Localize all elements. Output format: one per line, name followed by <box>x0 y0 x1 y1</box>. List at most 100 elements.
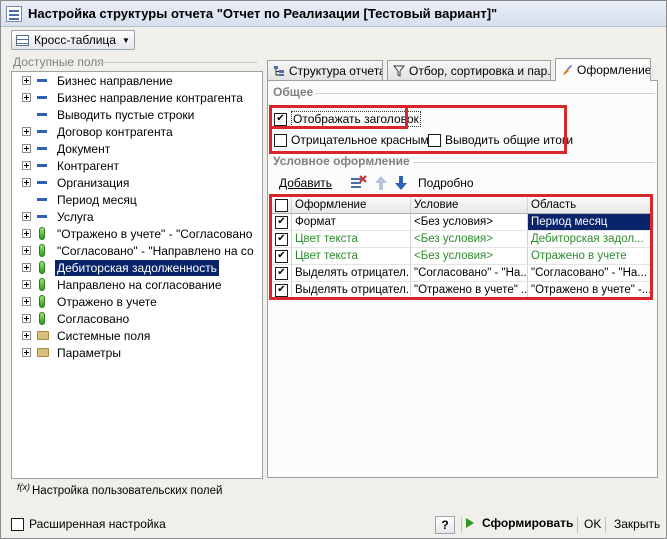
help-button[interactable]: ? <box>435 516 455 534</box>
field-icon <box>37 147 47 150</box>
expand-icon[interactable] <box>22 348 31 357</box>
tree-item-label: Период месяц <box>57 192 137 207</box>
tree-item[interactable]: Бизнес направление <box>12 72 262 89</box>
folder-icon <box>37 331 49 340</box>
resource-icon <box>39 295 45 308</box>
tab-filter-sort[interactable]: Отбор, сортировка и пар... <box>387 60 551 80</box>
field-icon <box>37 113 47 116</box>
advanced-settings-checkbox[interactable]: Расширенная настройка <box>11 517 166 531</box>
highlight-frame <box>269 105 567 154</box>
layout-type-label: Кросс-таблица <box>34 33 116 47</box>
expand-icon[interactable] <box>22 331 31 340</box>
report-settings-window: Настройка структуры отчета "Отчет по Реа… <box>0 0 667 539</box>
details-button[interactable]: Подробно <box>418 176 474 190</box>
divider <box>461 517 462 533</box>
tree-item[interactable]: Направлено на согласование <box>12 276 262 293</box>
tree-item-label: "Отражено в учете" - "Согласовано <box>57 226 253 241</box>
move-down-icon[interactable] <box>394 175 408 191</box>
tree-item[interactable]: Системные поля <box>12 327 262 344</box>
resource-icon <box>39 312 45 325</box>
expand-icon[interactable] <box>22 144 31 153</box>
expand-icon[interactable] <box>22 229 31 238</box>
divider <box>413 162 655 163</box>
tree-item-label: Дебиторская задолженность <box>55 259 219 276</box>
conditional-caption: Условное оформление <box>273 154 410 168</box>
resource-icon <box>39 278 45 291</box>
divider <box>577 517 578 533</box>
layout-type-dropdown[interactable]: Кросс-таблица ▼ <box>11 30 135 50</box>
tree-item[interactable]: "Отражено в учете" - "Согласовано <box>12 225 262 242</box>
tree-item[interactable]: Бизнес направление контрагента <box>12 89 262 106</box>
tree-item-label: Выводить пустые строки <box>57 107 195 122</box>
tree-item[interactable]: Контрагент <box>12 157 262 174</box>
tab-structure-label: Структура отчета <box>289 63 383 78</box>
tree-item-label: Договор контрагента <box>57 124 173 139</box>
advanced-settings-label: Расширенная настройка <box>29 517 166 531</box>
highlight-frame <box>269 194 653 300</box>
tab-appearance[interactable]: Оформление <box>555 58 651 81</box>
tree-item[interactable]: Параметры <box>12 344 262 361</box>
tab-filter-label: Отбор, сортировка и пар... <box>409 63 551 78</box>
resource-icon <box>39 261 45 274</box>
tree-item-label: Услуга <box>57 209 94 224</box>
tree-item-label: Организация <box>57 175 130 190</box>
table-icon <box>16 34 29 46</box>
tab-structure[interactable]: Структура отчета <box>267 60 383 80</box>
tree-item-label: Контрагент <box>57 158 120 173</box>
custom-fields-link[interactable]: f(x) Настройка пользовательских полей <box>17 482 222 497</box>
expand-icon[interactable] <box>22 93 31 102</box>
tree-item[interactable]: Договор контрагента <box>12 123 262 140</box>
tree-item[interactable]: Выводить пустые строки <box>12 106 262 123</box>
tree-item[interactable]: "Согласовано" - "Направлено на со <box>12 242 262 259</box>
conditional-toolbar: Добавить Подробно <box>279 175 484 191</box>
tree-item[interactable]: Документ <box>12 140 262 157</box>
function-icon: f(x) <box>17 482 30 492</box>
ok-button[interactable]: OK <box>584 517 601 531</box>
tree-item-label: Документ <box>57 141 111 156</box>
tree-item[interactable]: Дебиторская задолженность <box>12 259 262 276</box>
tree-item[interactable]: Отражено в учете <box>12 293 262 310</box>
available-fields-tree[interactable]: Бизнес направление Бизнес направление кон… <box>11 71 263 479</box>
folder-icon <box>37 348 49 357</box>
tree-item-label: Параметры <box>57 345 121 360</box>
field-icon <box>37 215 47 218</box>
field-icon <box>37 181 47 184</box>
checkbox[interactable] <box>11 517 24 531</box>
move-up-icon[interactable] <box>374 175 388 191</box>
field-icon <box>37 96 47 99</box>
expand-icon[interactable] <box>22 246 31 255</box>
expand-icon[interactable] <box>22 297 31 306</box>
play-icon <box>466 518 474 528</box>
tree-item[interactable]: Услуга <box>12 208 262 225</box>
expand-icon[interactable] <box>22 76 31 85</box>
tree-item[interactable]: Согласовано <box>12 310 262 327</box>
tab-appearance-label: Оформление <box>577 63 651 77</box>
expand-icon[interactable] <box>22 127 31 136</box>
expand-icon[interactable] <box>22 178 31 187</box>
tree-item-label: Системные поля <box>57 328 151 343</box>
close-button[interactable]: Закрыть <box>614 517 660 531</box>
divider <box>605 517 606 533</box>
tree-item[interactable]: Организация <box>12 174 262 191</box>
footer-bar: Расширенная настройка ? Сформировать OK … <box>1 511 666 539</box>
delete-icon[interactable] <box>350 175 368 191</box>
tree-item-label: Отражено в учете <box>57 294 157 309</box>
expand-icon[interactable] <box>22 263 31 272</box>
field-icon <box>37 79 47 82</box>
filter-icon <box>393 65 405 77</box>
tree-item[interactable]: Период месяц <box>12 191 262 208</box>
expand-icon[interactable] <box>22 212 31 221</box>
title-bar: Настройка структуры отчета "Отчет по Реа… <box>1 1 666 27</box>
brush-icon <box>563 65 572 75</box>
tree-item-label: Бизнес направление контрагента <box>57 90 243 105</box>
tree-item-label: "Согласовано" - "Направлено на со <box>57 243 254 258</box>
divider <box>97 62 257 63</box>
expand-icon[interactable] <box>22 314 31 323</box>
field-icon <box>37 198 47 201</box>
generate-button[interactable]: Сформировать <box>466 516 573 530</box>
expand-icon[interactable] <box>22 280 31 289</box>
window-title: Настройка структуры отчета "Отчет по Реа… <box>28 6 498 21</box>
tree-item-label: Направлено на согласование <box>57 277 222 292</box>
add-button[interactable]: Добавить <box>279 176 332 190</box>
expand-icon[interactable] <box>22 161 31 170</box>
